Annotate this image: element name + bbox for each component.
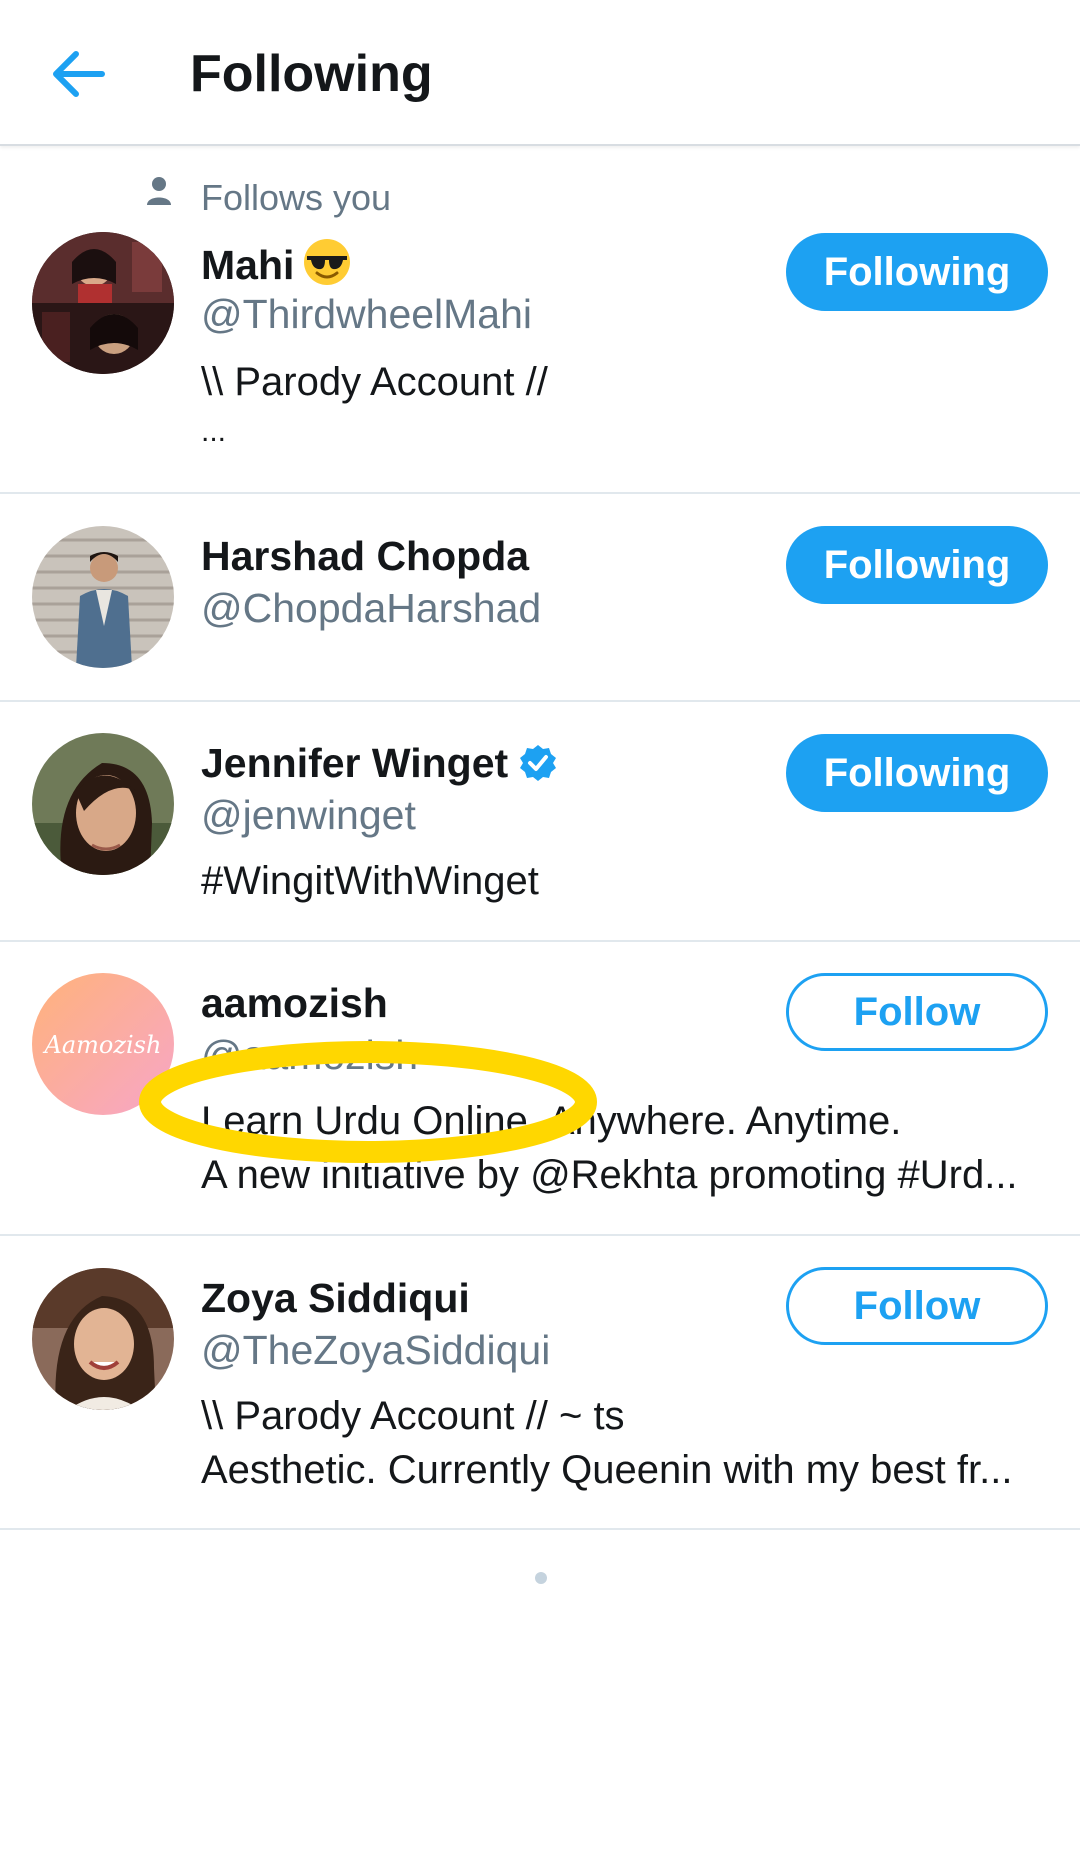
verified-badge-icon xyxy=(520,745,557,781)
user-name[interactable]: Mahi xyxy=(201,237,352,290)
avatar[interactable] xyxy=(32,733,174,875)
avatar[interactable] xyxy=(32,526,174,668)
user-name-text: Mahi xyxy=(201,242,295,288)
avatar[interactable] xyxy=(32,1268,174,1410)
user-handle: @ChopdaHarshad xyxy=(201,585,542,631)
follows-you-label: Follows you xyxy=(201,177,392,218)
user-bio-line-2: A new initiative by @Rekhta promoting #U… xyxy=(201,1153,1018,1197)
avatar-logo-text: Aamozish xyxy=(43,1031,162,1059)
user-handle: @aamozish xyxy=(201,1032,419,1078)
follow-button[interactable]: Follow xyxy=(786,973,1048,1051)
user-handle: @ThirdwheelMahi xyxy=(201,291,533,337)
arrow-left-icon xyxy=(53,51,105,97)
user-name[interactable]: Jennifer Winget xyxy=(201,738,558,788)
person-icon xyxy=(147,177,171,205)
avatar[interactable] xyxy=(32,232,174,374)
user-bio-line-1: \\ Parody Account // xyxy=(201,360,548,404)
following-button[interactable]: Following xyxy=(786,734,1048,812)
back-button[interactable] xyxy=(40,36,116,112)
user-name[interactable]: Harshad Chopda xyxy=(201,531,529,581)
user-bio-line-1: #WingitWithWinget xyxy=(201,859,539,903)
following-button[interactable]: Following xyxy=(786,526,1048,604)
follow-button[interactable]: Follow xyxy=(786,1267,1048,1345)
avatar-image xyxy=(32,232,174,374)
user-name-text: Jennifer Winget xyxy=(201,740,509,786)
following-button[interactable]: Following xyxy=(786,233,1048,311)
user-handle: @TheZoyaSiddiqui xyxy=(201,1327,551,1373)
page-title: Following xyxy=(190,45,433,103)
avatar-image xyxy=(32,1268,174,1410)
top-app-bar: Following xyxy=(0,0,1080,146)
user-name[interactable]: Zoya Siddiqui xyxy=(201,1273,470,1323)
avatar-image xyxy=(32,526,174,668)
user-bio-line-1: Learn Urdu Online. Anywhere. Anytime. xyxy=(201,1099,902,1143)
sunglasses-emoji-icon xyxy=(304,239,351,285)
avatar[interactable]: Aamozish xyxy=(32,973,174,1115)
loading-indicator-dot xyxy=(535,1572,547,1584)
avatar-image: Aamozish xyxy=(32,973,174,1115)
user-handle: @jenwinget xyxy=(201,792,416,838)
user-bio-line-1: \\ Parody Account // ~ ts xyxy=(201,1394,625,1438)
user-bio-line-2: Aesthetic. Currently Queenin with my bes… xyxy=(201,1448,1013,1492)
user-bio-line-2: ... xyxy=(201,415,227,448)
avatar-image xyxy=(32,733,174,875)
user-name[interactable]: aamozish xyxy=(201,978,388,1028)
